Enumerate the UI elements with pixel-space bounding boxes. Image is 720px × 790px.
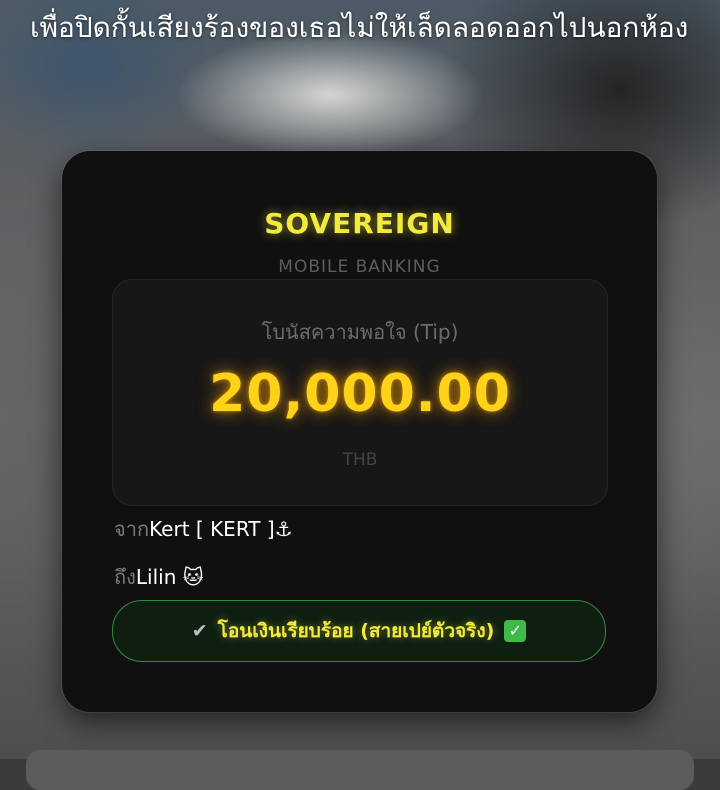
recipient-prefix: ถึง bbox=[114, 565, 136, 589]
status-text: โอนเงินเรียบร้อย (สายเปย์ตัวจริง) bbox=[217, 620, 495, 642]
recipient-name: Lilin 🐱 bbox=[135, 565, 204, 589]
currency-label: THB bbox=[342, 450, 378, 470]
bank-brand-subtitle: MOBILE BANKING bbox=[278, 257, 441, 277]
recipient-line: ถึงLilin 🐱 bbox=[114, 561, 204, 593]
check-box-icon: ✓ bbox=[504, 620, 527, 642]
bank-brand-name: SOVEREIGN bbox=[264, 207, 455, 240]
transfer-status-badge: ✔ โอนเงินเรียบร้อย (สายเปย์ตัวจริง) ✓ bbox=[112, 600, 606, 662]
story-caption: เพื่อปิดกั้นเสียงร้องของเธอไม่ให้เล็ดลอด… bbox=[30, 11, 689, 44]
sender-prefix: จาก bbox=[114, 517, 150, 541]
sender-line: จากKert [ KERT ]⚓ bbox=[114, 513, 293, 545]
transfer-amount: 20,000.00 bbox=[209, 364, 511, 424]
transfer-receipt-card: SOVEREIGN MOBILE BANKING โบนัสความพอใจ (… bbox=[62, 151, 657, 712]
bottom-panel-edge bbox=[26, 750, 694, 790]
amount-panel: โบนัสความพอใจ (Tip) 20,000.00 THB bbox=[112, 279, 608, 506]
sender-name: Kert [ KERT ]⚓ bbox=[149, 517, 293, 541]
checkmark-icon: ✔ bbox=[191, 620, 208, 642]
tip-label: โบนัสความพอใจ (Tip) bbox=[261, 320, 459, 344]
